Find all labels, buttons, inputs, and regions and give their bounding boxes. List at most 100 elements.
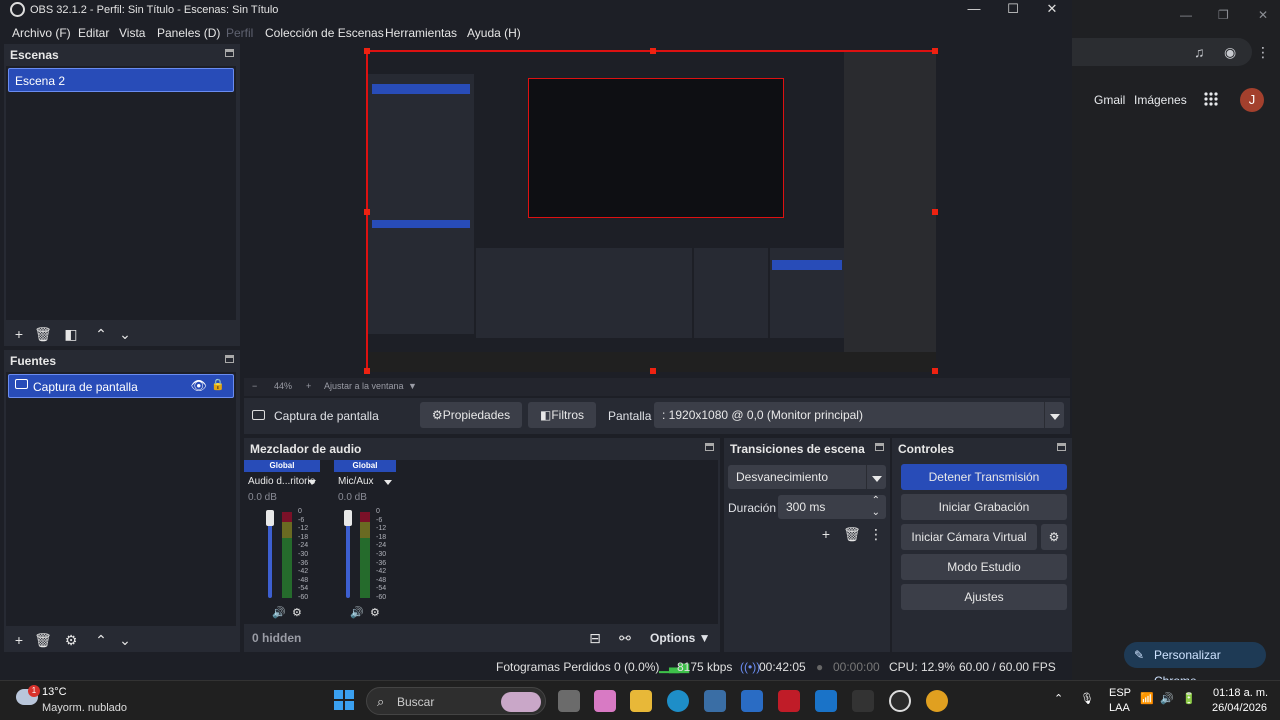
gmail-link[interactable]: Gmail <box>1094 93 1125 107</box>
chevron-down-icon[interactable]: ▼ <box>408 381 417 391</box>
chevron-down-icon[interactable]: ⌄ <box>116 326 134 342</box>
outlook-icon[interactable] <box>815 690 837 712</box>
settings-button[interactable]: Ajustes <box>901 584 1067 610</box>
store-icon[interactable] <box>704 690 726 712</box>
minimize-icon[interactable]: — <box>1180 8 1192 22</box>
chevron-up-icon[interactable]: ⌃ <box>92 326 110 342</box>
volume-knob[interactable] <box>266 510 274 526</box>
trash-icon[interactable]: 🗑 <box>843 526 861 542</box>
add-icon[interactable]: + <box>10 632 28 648</box>
microphone-icon[interactable]: 🎙 <box>1080 692 1094 705</box>
menu-perfil[interactable]: Perfil <box>226 26 253 40</box>
edge-icon[interactable] <box>667 690 689 712</box>
menu-ayuda[interactable]: Ayuda (H) <box>467 26 521 40</box>
more-options-icon[interactable]: ⋮ <box>867 526 885 542</box>
clock-time[interactable]: 01:18 a. m. <box>1213 687 1268 699</box>
chevron-up-icon[interactable]: ⌃ <box>92 632 110 648</box>
preview-canvas[interactable] <box>364 48 938 374</box>
speaker-icon[interactable]: 🔊 <box>272 606 286 619</box>
gear-icon[interactable]: ⚙ <box>62 632 80 648</box>
close-icon[interactable]: ✕ <box>1042 1 1062 17</box>
resize-handle[interactable] <box>932 209 938 215</box>
resize-handle[interactable] <box>364 368 370 374</box>
display-select[interactable]: : 1920x1080 @ 0,0 (Monitor principal) <box>654 402 1064 428</box>
chevron-down-icon[interactable]: ⌄ <box>872 501 880 525</box>
volume-icon[interactable]: 🔊 <box>1160 692 1174 705</box>
maximize-icon[interactable]: ☐ <box>1003 1 1023 17</box>
temperature[interactable]: 13°C <box>42 686 67 698</box>
resize-handle[interactable] <box>932 368 938 374</box>
customize-chrome-button[interactable]: ✎ Personalizar Chrome <box>1124 642 1266 688</box>
chrome-icon[interactable] <box>926 690 948 712</box>
options-button[interactable]: Options ▼ <box>650 631 711 645</box>
filters-button[interactable]: ◧Filtros <box>528 402 596 428</box>
trash-icon[interactable]: 🗑 <box>34 632 52 648</box>
transition-select[interactable]: Desvanecimiento <box>728 465 886 489</box>
virtual-camera-settings-button[interactable]: ⚙ <box>1041 524 1067 550</box>
volume-knob[interactable] <box>344 510 352 526</box>
copilot-icon[interactable] <box>594 690 616 712</box>
menu-archivo[interactable]: Archivo (F) <box>12 26 71 40</box>
zoom-out-button[interactable]: − <box>252 381 257 391</box>
file-explorer-icon[interactable] <box>630 690 652 712</box>
chevron-down-icon[interactable]: ⌄ <box>116 632 134 648</box>
start-virtual-camera-button[interactable]: Iniciar Cámara Virtual <box>901 524 1037 550</box>
resize-handle[interactable] <box>364 209 370 215</box>
minimize-icon[interactable]: — <box>964 1 984 16</box>
resize-handle[interactable] <box>650 48 656 54</box>
queue-music-icon[interactable]: ♫ <box>1194 44 1205 60</box>
lock-icon[interactable]: 🔒 <box>211 378 225 391</box>
profile-icon[interactable]: ◉ <box>1224 44 1236 61</box>
images-link[interactable]: Imágenes <box>1134 93 1187 107</box>
undock-icon[interactable] <box>705 443 714 451</box>
headphones-icon[interactable]: ⚙ <box>370 606 380 619</box>
avatar[interactable]: J <box>1240 88 1264 112</box>
menu-editar[interactable]: Editar <box>78 26 109 40</box>
mcafee-icon[interactable] <box>778 690 800 712</box>
studio-mode-button[interactable]: Modo Estudio <box>901 554 1067 580</box>
properties-button[interactable]: ⚙Propiedades <box>420 402 522 428</box>
source-item[interactable]: Captura de pantalla 👁 🔒 <box>8 374 234 398</box>
chevron-up-icon[interactable]: ⌃ <box>1054 692 1063 705</box>
headphones-icon[interactable]: ⚙ <box>292 606 302 619</box>
apps-grid-icon[interactable] <box>1204 92 1218 106</box>
undock-icon[interactable] <box>225 355 234 363</box>
menu-herramientas[interactable]: Herramientas <box>385 26 457 40</box>
menu-icon[interactable]: ⋮ <box>1256 44 1270 61</box>
fit-to-window[interactable]: Ajustar a la ventana <box>324 381 404 391</box>
clock-date[interactable]: 26/04/2026 <box>1212 702 1267 714</box>
taskbar-search[interactable]: ⌕ Buscar <box>366 687 546 715</box>
stop-streaming-button[interactable]: Detener Transmisión <box>901 464 1067 490</box>
menu-vista[interactable]: Vista <box>119 26 145 40</box>
battery-icon[interactable]: 🔋 <box>1182 692 1196 705</box>
link-icon[interactable]: ⚯ <box>616 630 634 646</box>
start-recording-button[interactable]: Iniciar Grabación <box>901 494 1067 520</box>
menu-paneles[interactable]: Paneles (D) <box>157 26 220 40</box>
filter-icon[interactable]: ◧ <box>62 326 80 342</box>
weather-condition[interactable]: Mayorm. nublado <box>42 702 127 714</box>
app-icon[interactable] <box>741 690 763 712</box>
chevron-down-icon[interactable] <box>384 480 392 485</box>
close-icon[interactable]: ✕ <box>1258 8 1268 22</box>
language-top[interactable]: ESP <box>1109 687 1131 699</box>
restore-icon[interactable]: ❐ <box>1218 8 1229 22</box>
windows-start-icon[interactable] <box>334 690 354 710</box>
add-icon[interactable]: + <box>10 326 28 342</box>
layout-icon[interactable]: ⊟ <box>586 630 604 646</box>
resize-handle[interactable] <box>364 48 370 54</box>
resize-handle[interactable] <box>932 48 938 54</box>
chevron-down-icon[interactable] <box>308 480 316 485</box>
task-view-icon[interactable] <box>558 690 580 712</box>
app-icon[interactable] <box>852 690 874 712</box>
undock-icon[interactable] <box>1057 443 1066 451</box>
language-bottom[interactable]: LAA <box>1109 702 1130 714</box>
obs-taskbar-icon[interactable] <box>889 690 911 712</box>
undock-icon[interactable] <box>225 49 234 57</box>
scene-item[interactable]: Escena 2 <box>8 68 234 92</box>
zoom-in-button[interactable]: + <box>306 381 311 391</box>
add-icon[interactable]: + <box>817 526 835 542</box>
eye-icon[interactable]: 👁 <box>190 378 207 394</box>
wifi-icon[interactable]: 📶 <box>1140 692 1154 705</box>
trash-icon[interactable]: 🗑 <box>34 326 52 342</box>
speaker-icon[interactable]: 🔊 <box>350 606 364 619</box>
